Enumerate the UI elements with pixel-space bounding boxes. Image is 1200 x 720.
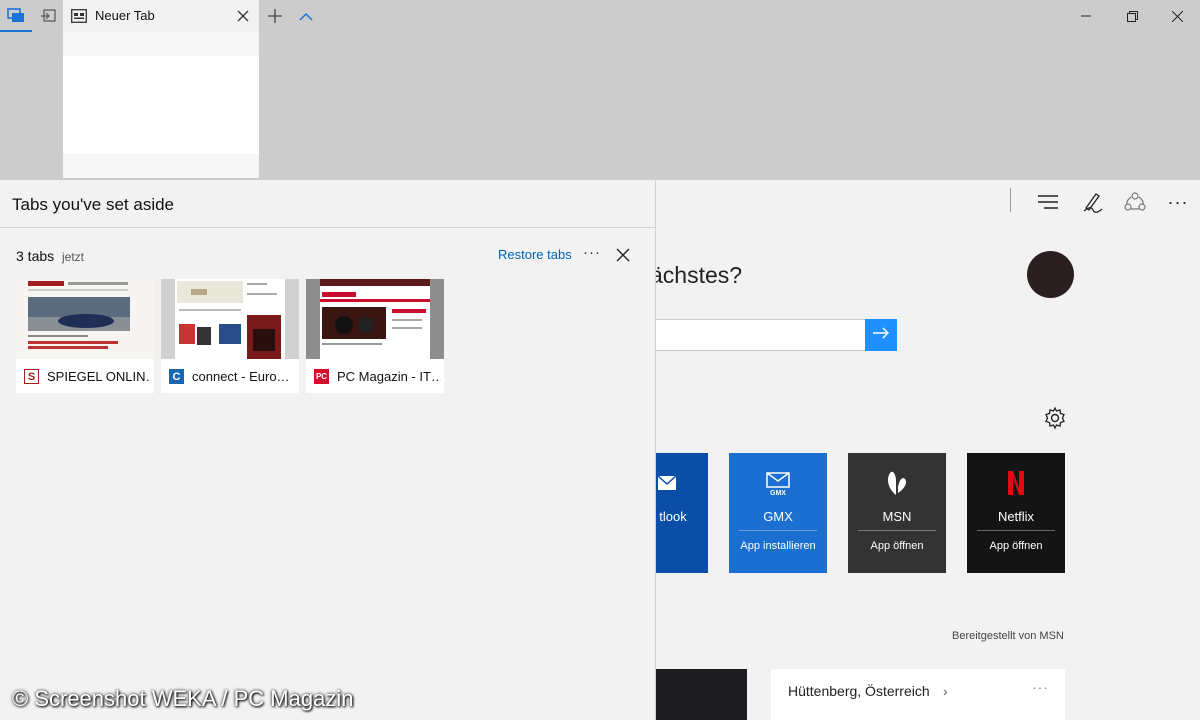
web-note-icon[interactable]: [1078, 188, 1106, 216]
minimize-icon[interactable]: [1063, 0, 1109, 32]
aside-tab-title: connect - Euro…: [192, 369, 290, 384]
toolbar-separator: [1010, 188, 1011, 212]
aside-tab-connect[interactable]: C connect - Euro…: [161, 279, 299, 395]
aside-tab-spiegel[interactable]: S SPIEGEL ONLIN…: [16, 279, 154, 395]
tabs-set-aside-icon[interactable]: [0, 0, 32, 32]
new-tab-plus-icon[interactable]: [259, 0, 291, 32]
more-icon[interactable]: ···: [1164, 188, 1192, 216]
spiegel-favicon: S: [24, 369, 39, 384]
tab-group-time: jetzt: [62, 250, 85, 264]
page-thumbnail: [306, 279, 444, 359]
chevron-right-icon: ›: [943, 683, 948, 699]
netflix-icon: [967, 468, 1065, 498]
tab-group-count: 3 tabs: [16, 248, 55, 264]
weather-card[interactable]: Hüttenberg, Österreich › ···: [771, 669, 1065, 720]
arrow-right-icon: [873, 326, 890, 344]
provider-note: Bereitgestellt von MSN: [952, 630, 1064, 642]
avatar[interactable]: [1027, 251, 1074, 298]
show-previews-chevron-icon[interactable]: [290, 0, 322, 32]
panel-title: Tabs you've set aside: [12, 195, 175, 214]
tab-preview: [63, 32, 259, 178]
tab-title: Neuer Tab: [95, 8, 155, 23]
aside-tab-pc-magazin[interactable]: PC PC Magazin - IT…: [306, 279, 444, 395]
aside-tab-title: SPIEGEL ONLIN…: [47, 369, 151, 384]
close-icon[interactable]: [1154, 0, 1200, 32]
msn-butterfly-icon: [848, 468, 946, 498]
page-thumbnail: [161, 279, 299, 359]
page-thumbnail: [16, 279, 154, 359]
app-tile-netflix[interactable]: Netflix App öffnen: [967, 453, 1065, 573]
restore-icon[interactable]: [1109, 0, 1155, 32]
gmx-icon: GMX: [729, 468, 827, 498]
share-icon[interactable]: [1121, 188, 1149, 216]
app-action[interactable]: App installieren: [729, 539, 827, 553]
new-tab-page-icon: [71, 9, 87, 23]
set-tabs-aside-icon[interactable]: [32, 0, 64, 32]
search-button[interactable]: [865, 319, 897, 351]
tab-new-tab[interactable]: Neuer Tab: [63, 0, 259, 32]
more-icon[interactable]: ···: [1032, 679, 1049, 695]
app-name: GMX: [763, 509, 793, 524]
watermark: © Screenshot WEKA / PC Magazin: [12, 686, 354, 711]
app-name: MSN: [882, 509, 912, 524]
close-group-icon[interactable]: [615, 247, 631, 263]
app-action[interactable]: App öffnen: [848, 539, 946, 553]
new-tab-page: [656, 180, 1200, 720]
news-image[interactable]: [656, 669, 747, 720]
restore-tabs-link[interactable]: Restore tabs: [498, 247, 572, 262]
app-tile-gmx[interactable]: GMX GMX App installieren: [729, 453, 827, 573]
gear-icon[interactable]: [1043, 406, 1067, 430]
app-action[interactable]: App öffnen: [967, 539, 1065, 553]
app-name: Netflix: [997, 509, 1035, 524]
app-tile-msn[interactable]: MSN App öffnen: [848, 453, 946, 573]
weather-location[interactable]: Hüttenberg, Österreich: [788, 683, 930, 699]
aside-tab-title: PC Magazin - IT…: [337, 369, 441, 384]
connect-favicon: C: [169, 369, 184, 384]
tabs-aside-panel: Tabs you've set aside 3 tabs jetzt Resto…: [0, 180, 656, 720]
search-input[interactable]: [656, 319, 866, 351]
svg-text:GMX: GMX: [770, 490, 786, 496]
divider: [0, 227, 655, 228]
close-tab-icon[interactable]: [235, 8, 251, 24]
more-icon[interactable]: ···: [583, 244, 601, 261]
page-headline: ächstes?: [650, 262, 743, 288]
pc-magazin-favicon: PC: [314, 369, 329, 384]
title-bar: Neuer Tab: [0, 0, 1200, 178]
hub-icon[interactable]: [1034, 188, 1062, 216]
